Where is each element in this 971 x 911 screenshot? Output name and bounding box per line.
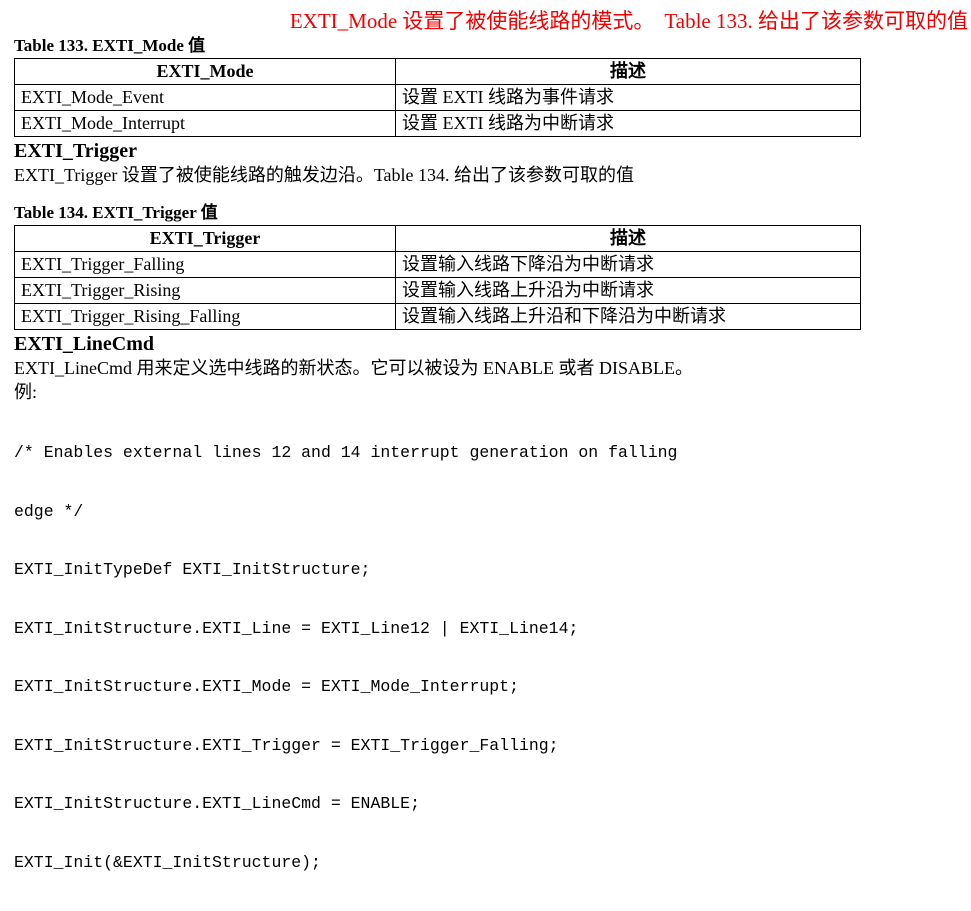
table-133-cell-0-0: EXTI_Mode_Event — [14, 84, 396, 111]
table-133-header-cell-1: 描述 — [395, 58, 861, 85]
code-block: /* Enables external lines 12 and 14 inte… — [14, 404, 971, 911]
section-heading-exti-linecmd: EXTI_LineCmd — [14, 333, 155, 355]
intro-text-part2: Table 133. 给出了该参数可取的值 — [664, 9, 968, 33]
table-133-cell-1-1: 设置 EXTI 线路为中断请求 — [395, 110, 861, 137]
code-line: EXTI_InitStructure.EXTI_LineCmd = ENABLE… — [14, 794, 420, 813]
table-row: EXTI_Trigger_Falling 设置输入线路下降沿为中断请求 — [14, 251, 861, 278]
table-row: EXTI_Trigger_Rising 设置输入线路上升沿为中断请求 — [14, 277, 861, 304]
table-row: EXTI_Mode_Event 设置 EXTI 线路为事件请求 — [14, 84, 861, 111]
section-paragraph-exti-linecmd: EXTI_LineCmd 用来定义选中线路的新状态。它可以被设为 ENABLE … — [14, 358, 693, 378]
code-line: /* Enables external lines 12 and 14 inte… — [14, 443, 678, 462]
table-row: EXTI_Mode_Interrupt 设置 EXTI 线路为中断请求 — [14, 110, 861, 137]
code-line: EXTI_InitStructure.EXTI_Trigger = EXTI_T… — [14, 735, 559, 755]
table-134-caption: Table 134. EXTI_Trigger 值 — [14, 203, 218, 222]
code-line: EXTI_InitStructure.EXTI_Mode = EXTI_Mode… — [14, 677, 519, 696]
code-line: EXTI_InitStructure.EXTI_Line = EXTI_Line… — [14, 618, 579, 638]
table-134-cell-2-0: EXTI_Trigger_Rising_Falling — [14, 303, 396, 330]
table-row: EXTI_Trigger_Rising_Falling 设置输入线路上升沿和下降… — [14, 303, 861, 330]
table-133-cell-1-0: EXTI_Mode_Interrupt — [14, 110, 396, 137]
table-134-header-row: EXTI_Trigger 描述 — [14, 225, 861, 252]
table-134-cell-0-0: EXTI_Trigger_Falling — [14, 251, 396, 278]
table-133-header-cell-0: EXTI_Mode — [14, 58, 396, 85]
table-133-cell-0-1: 设置 EXTI 线路为事件请求 — [395, 84, 861, 111]
section-paragraph-exti-trigger: EXTI_Trigger 设置了被使能线路的触发边沿。Table 134. 给出… — [14, 165, 635, 185]
code-line: EXTI_InitTypeDef EXTI_InitStructure; — [14, 560, 371, 579]
table-134: EXTI_Trigger 描述 EXTI_Trigger_Falling 设置输… — [14, 225, 861, 330]
table-134-cell-2-1: 设置输入线路上升沿和下降沿为中断请求 — [395, 303, 861, 330]
section-heading-exti-trigger: EXTI_Trigger — [14, 140, 137, 162]
table-134-cell-0-1: 设置输入线路下降沿为中断请求 — [395, 251, 861, 278]
document-page: EXTI_Mode 设置了被使能线路的模式。 Table 133. 给出了该参数可… — [0, 0, 971, 872]
table-134-cell-1-0: EXTI_Trigger_Rising — [14, 277, 396, 304]
table-134-header-cell-0: EXTI_Trigger — [14, 225, 396, 252]
intro-text-part1: EXTI_Mode 设置了被使能线路的模式。 — [289, 9, 655, 33]
code-line: edge */ — [14, 501, 84, 521]
intro-red-line: EXTI_Mode 设置了被使能线路的模式。 Table 133. 给出了该参数可… — [0, 0, 971, 34]
table-133-header-row: EXTI_Mode 描述 — [14, 58, 861, 85]
code-line: EXTI_Init(&EXTI_InitStructure); — [14, 852, 321, 872]
table-134-cell-1-1: 设置输入线路上升沿为中断请求 — [395, 277, 861, 304]
table-133-caption: Table 133. EXTI_Mode 值 — [14, 36, 206, 55]
table-133: EXTI_Mode 描述 EXTI_Mode_Event 设置 EXTI 线路为… — [14, 58, 861, 137]
example-label: 例: — [14, 382, 38, 402]
table-134-header-cell-1: 描述 — [395, 225, 861, 252]
